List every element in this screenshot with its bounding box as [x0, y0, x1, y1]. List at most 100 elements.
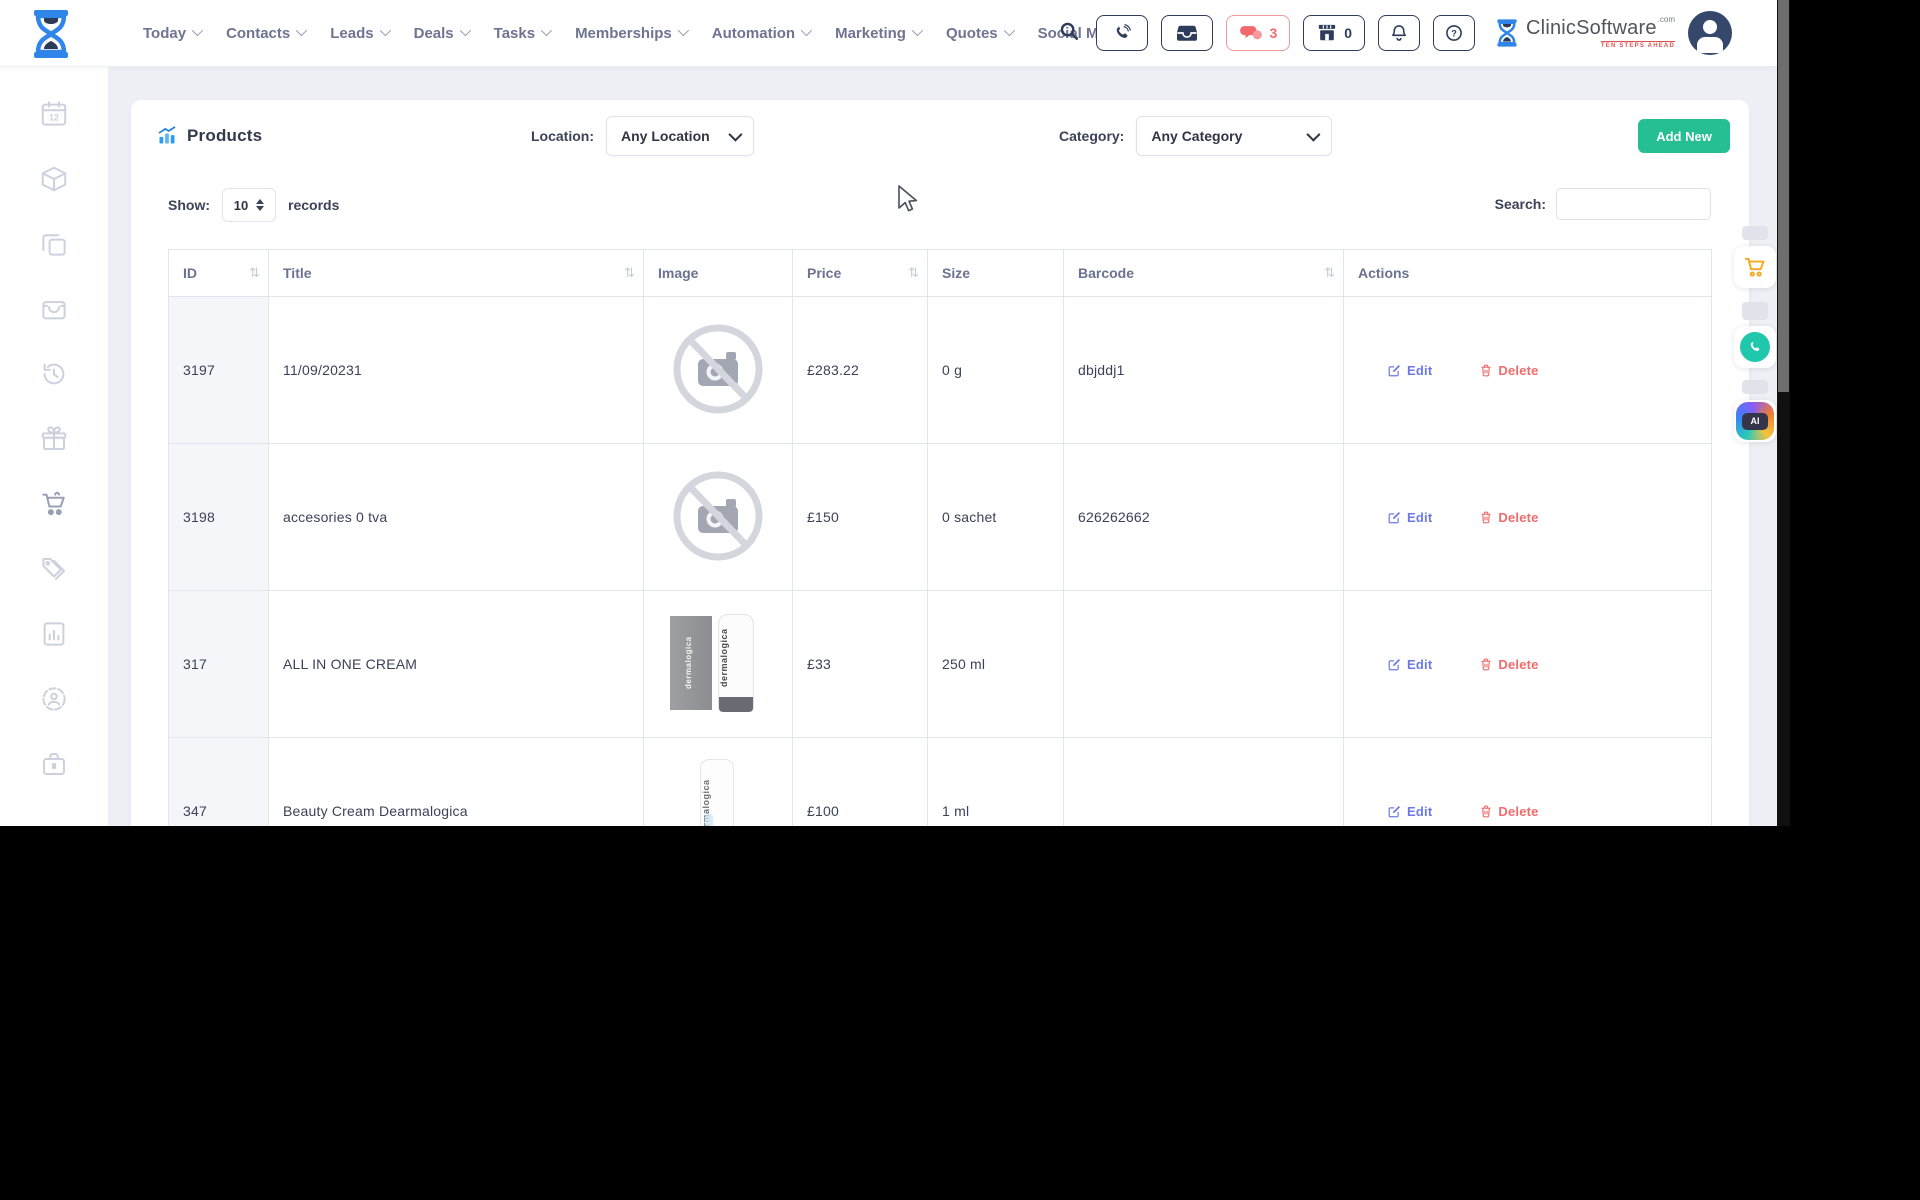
cell-barcode: [1063, 590, 1344, 738]
cell-size: 250 ml: [927, 590, 1064, 738]
table-row: 347 Beauty Cream Dearmalogica dermalogic…: [168, 737, 1712, 826]
nav-item-quotes[interactable]: Quotes: [946, 24, 1015, 42]
calendar-icon[interactable]: 12: [37, 97, 71, 131]
edit-icon: [1388, 658, 1401, 670]
nav-item-today[interactable]: Today: [143, 24, 204, 42]
delete-button[interactable]: Delete: [1480, 804, 1538, 819]
trash-icon: [1481, 511, 1491, 523]
delete-button[interactable]: Delete: [1480, 510, 1538, 525]
delete-button[interactable]: Delete: [1480, 657, 1538, 672]
ai-icon: AI: [1736, 402, 1774, 440]
category-label: Category:: [1059, 128, 1125, 144]
help-button[interactable]: ?: [1433, 15, 1476, 51]
store-count-badge: 0: [1344, 25, 1353, 41]
delete-button[interactable]: Delete: [1480, 363, 1538, 378]
store-icon: [1319, 24, 1336, 41]
cell-size: 0 g: [927, 296, 1064, 444]
floating-whatsapp-button[interactable]: [1734, 326, 1776, 368]
category-select[interactable]: Any Category: [1136, 116, 1333, 156]
updown-icon: [256, 199, 265, 211]
products-chart-icon: [158, 126, 176, 144]
svg-text:?: ?: [1451, 29, 1457, 39]
floating-cart-button[interactable]: [1734, 246, 1776, 288]
nav-item-marketing[interactable]: Marketing: [835, 24, 924, 42]
sort-icon: ⇅: [908, 265, 919, 280]
cell-title: ALL IN ONE CREAM: [268, 590, 644, 738]
chevron-down-icon: [911, 24, 924, 36]
add-new-button[interactable]: Add New: [1638, 119, 1730, 153]
nav-item-automation[interactable]: Automation: [712, 24, 813, 42]
cell-price: £150: [792, 443, 928, 591]
edit-button[interactable]: Edit: [1388, 510, 1432, 525]
nav-item-deals[interactable]: Deals: [414, 24, 471, 42]
nav-item-leads[interactable]: Leads: [330, 24, 391, 42]
report-icon[interactable]: [37, 617, 71, 651]
clinicsoftware-brand[interactable]: ClinicSoftware .com TEN STEPS AHEAD: [1494, 14, 1675, 49]
edit-button[interactable]: Edit: [1388, 363, 1432, 378]
phone-icon: [1117, 24, 1132, 38]
chevron-down-icon: [540, 24, 553, 36]
cart-orange-icon: [1744, 257, 1765, 277]
history-icon[interactable]: [37, 357, 71, 391]
search-input[interactable]: [1556, 188, 1711, 220]
chat-button[interactable]: 3: [1226, 15, 1291, 51]
cell-barcode: dbjddj1: [1063, 296, 1344, 444]
chevron-down-icon: [1003, 24, 1015, 36]
package-icon[interactable]: [37, 162, 71, 196]
chevron-down-icon: [677, 24, 689, 36]
brand-name: ClinicSoftware: [1526, 16, 1657, 39]
gift-icon[interactable]: [37, 422, 71, 456]
search-icon[interactable]: [1058, 20, 1080, 47]
inbox-icon: [1177, 25, 1198, 41]
tags-icon[interactable]: [37, 552, 71, 586]
copy-icon[interactable]: [37, 227, 71, 261]
chevron-down-icon: [800, 24, 813, 36]
table-header-row: ID ⇅ Title ⇅ Image Price ⇅ Size Barcode ⇅ Ac…: [168, 249, 1712, 297]
user-avatar[interactable]: [1688, 11, 1732, 55]
inbox-button[interactable]: [1161, 15, 1214, 51]
table-controls: Show: 10 records Search:: [168, 188, 1711, 228]
store-button[interactable]: 0: [1303, 15, 1366, 51]
table-row: 317 ALL IN ONE CREAM dermalogica dermalo…: [168, 590, 1712, 738]
cell-size: 1 ml: [927, 737, 1064, 826]
page-length-select[interactable]: 10: [222, 188, 276, 222]
nav-item-contacts[interactable]: Contacts: [226, 24, 308, 42]
location-select[interactable]: Any Location: [606, 116, 754, 156]
brand-tagline: TEN STEPS AHEAD: [1600, 40, 1675, 49]
notifications-button[interactable]: [1378, 15, 1421, 51]
cart-icon[interactable]: [37, 487, 71, 521]
product-tube: dermalogica: [717, 614, 754, 712]
phone-button[interactable]: [1096, 15, 1149, 51]
basket-icon[interactable]: [37, 292, 71, 326]
main-area: Products Location: Any Location Category…: [108, 66, 1777, 826]
records-label: records: [288, 197, 340, 213]
nav-item-tasks[interactable]: Tasks: [494, 24, 553, 42]
column-header-price[interactable]: Price ⇅: [792, 249, 928, 297]
nav-item-memberships[interactable]: Memberships: [575, 24, 689, 42]
column-header-barcode[interactable]: Barcode ⇅: [1063, 249, 1344, 297]
chevron-down-icon: [191, 24, 204, 36]
screen: Today Contacts Leads Deals Tasks Members…: [0, 0, 1920, 1200]
cell-id: 317: [168, 590, 269, 738]
edit-button[interactable]: Edit: [1388, 657, 1432, 672]
product-photo: dermalogica: [670, 759, 766, 826]
cell-barcode: [1063, 737, 1344, 826]
column-header-title[interactable]: Title ⇅: [268, 249, 644, 297]
cell-title: Beauty Cream Dearmalogica: [268, 737, 644, 826]
page-title: Products: [157, 100, 262, 172]
vertical-scrollbar[interactable]: [1777, 0, 1790, 826]
chat-icon: [1240, 26, 1263, 40]
rail-ghost: [1742, 380, 1768, 394]
cell-price: £100: [792, 737, 928, 826]
edit-button[interactable]: Edit: [1388, 804, 1432, 819]
brand-tld: .com: [1657, 14, 1675, 24]
sort-icon: ⇅: [624, 265, 635, 280]
clinicsoftware-logo-icon[interactable]: [28, 9, 74, 59]
products-table: ID ⇅ Title ⇅ Image Price ⇅ Size Barcode ⇅ Ac…: [168, 249, 1712, 826]
scrollbar-thumb[interactable]: [1778, 0, 1789, 392]
floating-ai-button[interactable]: AI: [1734, 400, 1776, 442]
column-header-id[interactable]: ID ⇅: [168, 249, 269, 297]
account-icon[interactable]: [37, 682, 71, 716]
chevron-down-icon: [1306, 127, 1321, 142]
case-icon[interactable]: [37, 747, 71, 781]
